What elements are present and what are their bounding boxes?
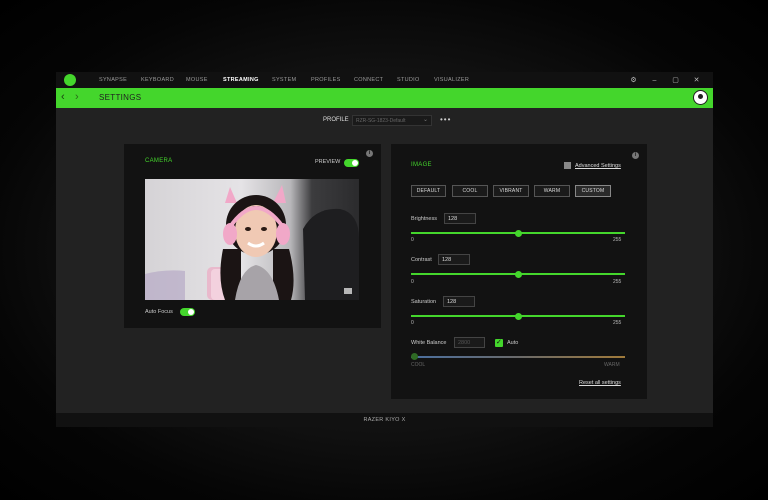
contrast-slider-handle[interactable] <box>515 271 522 278</box>
camera-preview <box>145 179 359 300</box>
preset-default-button[interactable]: DEFAULT <box>411 185 446 197</box>
gear-icon[interactable]: ⚙ <box>623 76 644 84</box>
preset-cool-button[interactable]: COOL <box>452 185 488 197</box>
back-arrow-icon[interactable]: ‹ <box>61 91 65 103</box>
white-balance-min: COOL <box>411 362 426 368</box>
saturation-label: Saturation <box>411 299 437 305</box>
contrast-input[interactable]: 128 <box>438 254 470 265</box>
white-balance-slider-track[interactable] <box>411 356 625 358</box>
white-balance-slider-handle[interactable] <box>411 353 418 360</box>
brightness-input[interactable]: 128 <box>444 213 476 224</box>
contrast-label: Contrast <box>411 257 432 263</box>
brightness-slider-handle[interactable] <box>515 230 522 237</box>
preview-label: PREVIEW <box>315 159 341 165</box>
white-balance-auto-checkbox[interactable] <box>495 338 503 347</box>
top-nav-bar: SYNAPSE KEYBOARD MOUSE STREAMING SYSTEM … <box>56 72 713 88</box>
nav-synapse[interactable]: SYNAPSE <box>99 77 127 83</box>
autofocus-toggle[interactable] <box>180 308 195 316</box>
settings-header-bar: ‹ › SETTINGS <box>56 88 713 108</box>
profile-row: PROFILE RZR-SG-1823-Default ••• <box>56 115 713 127</box>
profile-label: PROFILE <box>323 117 349 123</box>
saturation-slider-handle[interactable] <box>515 313 522 320</box>
brightness-label: Brightness <box>411 216 437 222</box>
close-icon[interactable]: ✕ <box>686 76 707 84</box>
image-info-icon[interactable]: i <box>632 152 639 159</box>
nav-connect[interactable]: CONNECT <box>354 77 383 83</box>
white-balance-label: White Balance <box>411 340 447 346</box>
saturation-min: 0 <box>411 320 414 326</box>
nav-visualizer[interactable]: VISUALIZER <box>434 77 469 83</box>
image-title: IMAGE <box>411 162 432 168</box>
advanced-settings-link[interactable]: Advanced Settings <box>575 163 621 169</box>
reset-all-settings-link[interactable]: Reset all settings <box>579 380 621 386</box>
razer-synapse-window: SYNAPSE KEYBOARD MOUSE STREAMING SYSTEM … <box>56 72 713 427</box>
white-balance-input[interactable]: 2800 <box>454 337 485 348</box>
brightness-min: 0 <box>411 237 414 243</box>
saturation-max: 255 <box>613 320 622 326</box>
preset-warm-button[interactable]: WARM <box>534 185 570 197</box>
image-panel: i IMAGE Advanced Settings DEFAULT COOL V… <box>391 144 647 399</box>
nav-profiles[interactable]: PROFILES <box>311 77 341 83</box>
page-title: SETTINGS <box>99 93 142 102</box>
user-avatar-icon[interactable] <box>693 90 708 105</box>
white-balance-auto-label: Auto <box>507 340 519 346</box>
nav-studio[interactable]: STUDIO <box>397 77 420 83</box>
profile-select[interactable]: RZR-SG-1823-Default <box>352 115 432 126</box>
nav-mouse[interactable]: MOUSE <box>186 77 208 83</box>
minimize-icon[interactable]: – <box>644 77 665 84</box>
camera-panel: i CAMERA PREVIEW Auto Focus <box>124 144 381 328</box>
nav-streaming[interactable]: STREAMING <box>223 77 259 83</box>
camera-title: CAMERA <box>145 158 173 164</box>
preset-custom-button[interactable]: CUSTOM <box>575 185 611 197</box>
forward-arrow-icon[interactable]: › <box>75 91 79 103</box>
maximize-icon[interactable]: ▢ <box>665 76 686 84</box>
device-status-bar: RAZER KIYO X <box>56 413 713 427</box>
nav-keyboard[interactable]: KEYBOARD <box>141 77 174 83</box>
camera-info-icon[interactable]: i <box>366 150 373 157</box>
camera-preview-image <box>145 179 359 300</box>
contrast-max: 255 <box>613 279 622 285</box>
nav-system[interactable]: SYSTEM <box>272 77 296 83</box>
razer-logo-icon[interactable] <box>64 74 76 86</box>
preview-toggle[interactable] <box>344 159 359 167</box>
contrast-min: 0 <box>411 279 414 285</box>
windows-icon[interactable] <box>564 162 571 169</box>
saturation-input[interactable]: 128 <box>443 296 475 307</box>
window-controls: ⚙ – ▢ ✕ <box>623 72 707 88</box>
brightness-max: 255 <box>613 237 622 243</box>
preset-vibrant-button[interactable]: VIBRANT <box>493 185 529 197</box>
autofocus-label: Auto Focus <box>145 309 173 315</box>
white-balance-max: WARM <box>604 362 620 368</box>
profile-more-icon[interactable]: ••• <box>440 115 451 124</box>
